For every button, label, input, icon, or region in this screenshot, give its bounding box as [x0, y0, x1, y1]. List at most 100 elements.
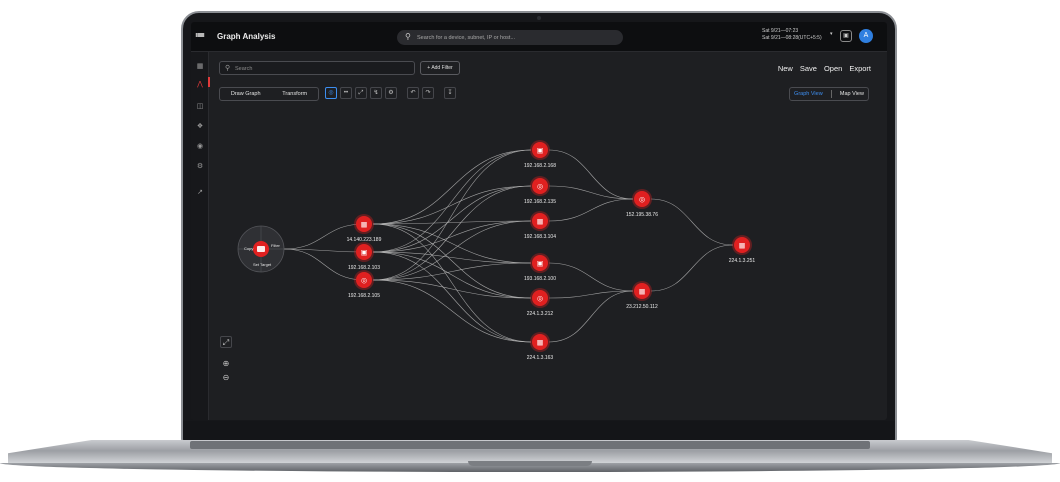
chevron-down-icon[interactable]: ▾ — [830, 31, 833, 37]
add-filter-button[interactable]: + Add Filter — [420, 61, 460, 75]
export-icon[interactable]: ↗ — [195, 188, 205, 198]
graph-node[interactable]: ▣192.168.2.103 — [348, 242, 380, 271]
select-tool-icon[interactable]: ◎ — [325, 87, 337, 99]
datetime-line-1: Sat 9/21—07:23 — [762, 28, 799, 34]
hub-filter-label[interactable]: Filter — [271, 243, 281, 248]
dashboard-icon[interactable]: ▦ — [195, 62, 205, 72]
search-icon: ⚲ — [405, 32, 411, 41]
graph-edge — [283, 248, 365, 253]
open-button[interactable]: Open — [824, 64, 842, 73]
app-screen: ≔ Graph Analysis ⚲ Sat 9/21—07:23 Sat 9/… — [191, 22, 887, 420]
tab-draw-graph[interactable]: Draw Graph — [231, 91, 261, 97]
device-icon: ▦ — [639, 288, 646, 296]
device-icon: ◎ — [537, 295, 543, 303]
graph-edge — [372, 251, 532, 299]
graph-search-input[interactable] — [235, 64, 405, 73]
graph-edge — [548, 149, 634, 200]
laptop-bezel-bottom — [183, 421, 895, 441]
zoom-out-icon[interactable]: ⊖ — [220, 372, 232, 384]
top-bar: ≔ Graph Analysis ⚲ Sat 9/21—07:23 Sat 9/… — [191, 22, 887, 52]
fit-view-icon[interactable]: ⤢ — [220, 336, 232, 348]
search-icon: ⚲ — [225, 65, 231, 72]
tab-transform[interactable]: Transform — [282, 91, 307, 97]
device-icon: ▣ — [537, 260, 544, 268]
lasso-tool-icon[interactable]: ↯ — [370, 87, 382, 99]
graph-view-option[interactable]: Graph View — [794, 91, 823, 97]
map-view-option[interactable]: Map View — [840, 91, 864, 97]
graph-canvas[interactable]: Copy Filter Set Target ▦14.140.223.189▣1… — [209, 106, 887, 420]
graph-edge — [372, 251, 532, 343]
zoom-in-icon[interactable]: ⊕ — [220, 358, 232, 370]
view-divider — [830, 90, 832, 98]
graph-node[interactable]: ◎ 152.195.38.76 — [626, 189, 658, 218]
graph-node[interactable]: ◎ 224.1.3.212 — [527, 288, 554, 317]
save-button[interactable]: Save — [800, 64, 817, 73]
device-icon: ▦ — [739, 242, 746, 250]
graph-edge — [548, 198, 634, 222]
graph-search[interactable]: ⚲ — [219, 61, 415, 75]
graph-edge — [372, 223, 532, 299]
gear-icon[interactable]: ⚙ — [195, 162, 205, 172]
node-label: 192.168.2.105 — [348, 293, 380, 299]
hierarchy-tool-icon[interactable]: •• — [340, 87, 352, 99]
sidebar-active-indicator — [208, 77, 210, 87]
graph-node[interactable]: ▣ 193.168.2.100 — [524, 253, 556, 282]
hub-node[interactable]: Copy Filter Set Target — [237, 225, 285, 273]
graph-edge — [548, 262, 634, 292]
graph-edge — [548, 290, 634, 343]
graph-node[interactable]: ▦ 224.1.3.163 — [527, 332, 554, 361]
keyboard-edge — [190, 441, 870, 449]
graph-icon[interactable]: ⋀ — [195, 80, 205, 90]
global-search[interactable]: ⚲ — [397, 30, 623, 45]
graph-edge — [372, 149, 532, 281]
settings-tool-icon[interactable]: ⚙ — [385, 87, 397, 99]
graph-tools: ◎ •• ⤢ ↯ ⚙ ↶ ↷ ↧ — [325, 87, 456, 99]
graph-node[interactable]: ▦14.140.223.189 — [347, 214, 382, 243]
redo-icon[interactable]: ↷ — [422, 87, 434, 99]
graph-edge — [372, 262, 532, 281]
sidebar: ▦ ⋀ ◫ ❖ ◉ ⚙ ↗ — [191, 52, 209, 420]
signal-icon[interactable]: ❖ — [195, 122, 205, 132]
view-toggle: Graph View Map View — [789, 87, 869, 101]
fit-tool-icon[interactable]: ⤢ — [355, 87, 367, 99]
download-icon[interactable]: ↧ — [444, 87, 456, 99]
node-label: 224.1.3.212 — [527, 311, 554, 317]
graph-edge — [372, 149, 532, 225]
graph-edge — [372, 220, 532, 281]
graph-node[interactable]: ◎ 192.168.2.135 — [524, 176, 556, 205]
graph-node[interactable]: ▦ 23.212.50.112 — [626, 281, 658, 310]
notification-icon[interactable]: ▣ — [840, 30, 852, 42]
node-label: 192.168.3.104 — [524, 234, 556, 240]
hub-copy-label[interactable]: Copy — [244, 246, 253, 251]
node-label: 193.168.2.100 — [524, 276, 556, 282]
datetime-display: Sat 9/21—07:23 Sat 9/21—08:28(UTC+5:5) — [762, 28, 822, 42]
graph-edge — [650, 198, 734, 246]
node-label: 224.1.3.163 — [527, 355, 554, 361]
hub-set-target-label[interactable]: Set Target — [253, 262, 272, 267]
undo-icon[interactable]: ↶ — [407, 87, 419, 99]
device-icon: ▦ — [537, 339, 544, 347]
laptop-notch — [468, 461, 592, 466]
graph-node[interactable]: ◎ 192.168.2.105 — [348, 270, 380, 299]
export-button[interactable]: Export — [849, 64, 871, 73]
avatar[interactable]: A — [859, 29, 873, 43]
graph-edge — [650, 244, 734, 292]
app-logo-icon[interactable]: ≔ — [195, 30, 209, 44]
device-icon: ▦ — [361, 221, 368, 229]
graph-edge — [548, 290, 634, 299]
graph-node[interactable]: ▦ 192.168.3.104 — [524, 211, 556, 240]
graph-edge — [372, 185, 532, 225]
device-icon: ▦ — [537, 218, 544, 226]
clipboard-icon[interactable]: ◫ — [195, 102, 205, 112]
graph-node[interactable]: ▣ 192.168.2.168 — [524, 140, 556, 169]
node-label: 152.195.38.76 — [626, 212, 658, 218]
graph-node[interactable]: ▦ 224.1.3.251 — [729, 235, 756, 264]
global-search-input[interactable] — [417, 32, 617, 43]
datetime-line-2: Sat 9/21—08:28(UTC+5:5) — [762, 35, 822, 41]
app-title: Graph Analysis — [217, 32, 276, 41]
device-icon: ▣ — [537, 147, 544, 155]
graph-mode-tabs: Draw Graph Transform — [219, 87, 319, 101]
shield-icon[interactable]: ◉ — [195, 142, 205, 152]
new-button[interactable]: New — [778, 64, 793, 73]
device-icon: ◎ — [361, 277, 367, 285]
